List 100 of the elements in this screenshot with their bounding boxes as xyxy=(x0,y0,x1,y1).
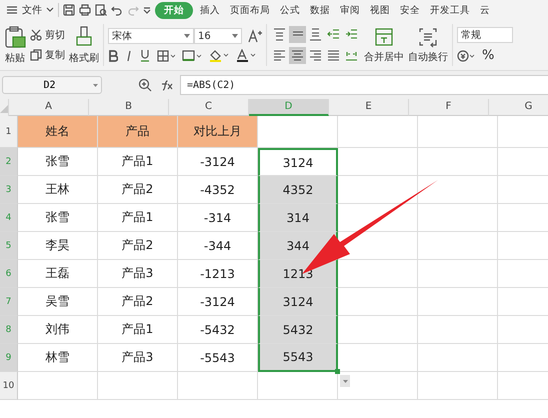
table-cell: 吴雪 xyxy=(46,293,70,310)
align-left-icon xyxy=(273,49,286,62)
table-cell: 5432 xyxy=(282,322,314,336)
table-cell: 3124 xyxy=(282,156,314,170)
menu-tab[interactable]: 公式 xyxy=(277,2,303,18)
table-cell: 4352 xyxy=(282,182,314,196)
formula-field[interactable]: =ABS(C2) xyxy=(180,75,548,95)
cut-button[interactable]: 剪切 xyxy=(30,28,65,42)
table-cell: 王磊 xyxy=(46,265,70,282)
table-cell: 产品1 xyxy=(122,153,154,170)
alignment-button[interactable] xyxy=(271,26,288,43)
table-cell: -314 xyxy=(204,210,232,224)
alignment-button[interactable] xyxy=(289,47,306,64)
file-menu[interactable]: 文件 xyxy=(22,3,42,17)
menu-tab[interactable]: 安全 xyxy=(397,2,423,18)
number-format-field[interactable]: 常规 xyxy=(457,27,513,43)
row-header[interactable]: 1 xyxy=(0,116,18,148)
table-cell: 产品2 xyxy=(122,237,154,254)
dropdown-icon xyxy=(93,84,98,86)
menu-tab[interactable]: 云 xyxy=(477,2,493,18)
clipboard-icon xyxy=(4,25,26,49)
menu-tab[interactable]: 插入 xyxy=(197,2,223,18)
menu-icon[interactable] xyxy=(6,5,18,15)
paste-button[interactable]: 粘贴 xyxy=(4,25,26,65)
copy-button[interactable]: 复制 xyxy=(30,48,65,62)
table-cell: 344 xyxy=(286,238,310,252)
zoom-icon[interactable] xyxy=(138,78,152,92)
increase-indent-icon xyxy=(345,28,358,41)
wrap-text-icon xyxy=(417,26,439,48)
decrease-indent-icon xyxy=(327,28,340,41)
dropdown-icon xyxy=(184,34,190,38)
copy-icon xyxy=(30,49,42,61)
merge-center-button[interactable]: 合并居中 xyxy=(364,26,404,64)
dropdown-icon xyxy=(342,380,348,382)
menu-tab[interactable]: 视图 xyxy=(367,2,393,18)
font-color-icon[interactable] xyxy=(236,49,256,62)
table-cell: -5543 xyxy=(200,350,235,364)
table-cell: 产品3 xyxy=(122,265,154,282)
table-cell: -4352 xyxy=(200,182,235,196)
table-cell: 5543 xyxy=(282,350,314,364)
column-header[interactable]: E xyxy=(329,99,409,116)
font-size-field[interactable]: 16 xyxy=(194,28,242,44)
table-cell: 314 xyxy=(286,210,310,224)
save-icon[interactable] xyxy=(63,4,75,16)
table-cell: -3124 xyxy=(200,294,235,308)
format-painter-button[interactable]: 格式刷 xyxy=(69,25,99,65)
underline-icon[interactable] xyxy=(140,49,150,62)
fill-color-icon[interactable] xyxy=(209,49,229,62)
table-cell: 3124 xyxy=(282,294,314,308)
name-box[interactable]: D2 xyxy=(2,76,102,94)
table-cell: 刘伟 xyxy=(46,321,70,338)
print-preview-icon[interactable] xyxy=(95,4,107,16)
dropdown-icon xyxy=(232,34,238,38)
table-cell: -5432 xyxy=(200,322,235,336)
table-cell: 张雪 xyxy=(46,153,70,170)
table-cell: 产品2 xyxy=(122,293,154,310)
table-cell: -1213 xyxy=(200,266,235,280)
align-center-icon xyxy=(291,49,304,62)
align-bottom-icon xyxy=(309,28,322,41)
wrap-text-button[interactable]: 自动换行 xyxy=(408,26,448,64)
menu-tab[interactable]: 审阅 xyxy=(337,2,363,18)
table-cell: 姓名 xyxy=(46,123,70,140)
dropdown-icon[interactable] xyxy=(46,7,54,13)
fill-handle[interactable] xyxy=(335,369,340,374)
borders-icon[interactable] xyxy=(157,50,175,62)
increase-font-icon[interactable] xyxy=(248,29,262,43)
fill-icon[interactable] xyxy=(182,50,202,62)
menu-tab[interactable]: 开发工具 xyxy=(427,2,473,18)
alignment-button[interactable] xyxy=(307,26,324,43)
align-right-icon xyxy=(309,49,322,62)
table-cell: -344 xyxy=(204,238,232,252)
dropdown-icon[interactable] xyxy=(143,6,151,14)
row-header[interactable]: 10 xyxy=(0,372,18,400)
column-header[interactable]: F xyxy=(409,99,489,116)
font-name-field[interactable]: 宋体 xyxy=(108,28,194,44)
percent-button[interactable]: % xyxy=(482,48,494,63)
italic-icon[interactable] xyxy=(125,50,133,62)
table-cell: 产品3 xyxy=(122,349,154,366)
align-top-icon xyxy=(273,28,286,41)
paste-options-button[interactable] xyxy=(340,375,350,387)
table-cell: 王林 xyxy=(46,181,70,198)
menu-tab[interactable]: 数据 xyxy=(307,2,333,18)
justify-icon xyxy=(327,49,340,62)
menu-tab[interactable]: 页面布局 xyxy=(227,2,273,18)
table-cell: 产品1 xyxy=(122,209,154,226)
bold-icon[interactable] xyxy=(108,50,118,62)
table-cell: 产品1 xyxy=(122,321,154,338)
table-cell: 对比上月 xyxy=(194,123,242,140)
scissors-icon xyxy=(30,29,42,41)
currency-icon[interactable] xyxy=(457,50,475,62)
table-cell: -3124 xyxy=(200,154,235,168)
table-cell: 产品 xyxy=(126,123,150,140)
column-header[interactable]: G xyxy=(489,99,548,116)
alignment-button[interactable] xyxy=(289,26,306,43)
print-icon[interactable] xyxy=(79,4,91,16)
merge-cells-icon xyxy=(373,26,395,48)
table-cell: 张雪 xyxy=(46,209,70,226)
table-cell: 产品2 xyxy=(122,181,154,198)
undo-icon[interactable] xyxy=(111,4,123,16)
table-cell: 林雪 xyxy=(46,349,70,366)
